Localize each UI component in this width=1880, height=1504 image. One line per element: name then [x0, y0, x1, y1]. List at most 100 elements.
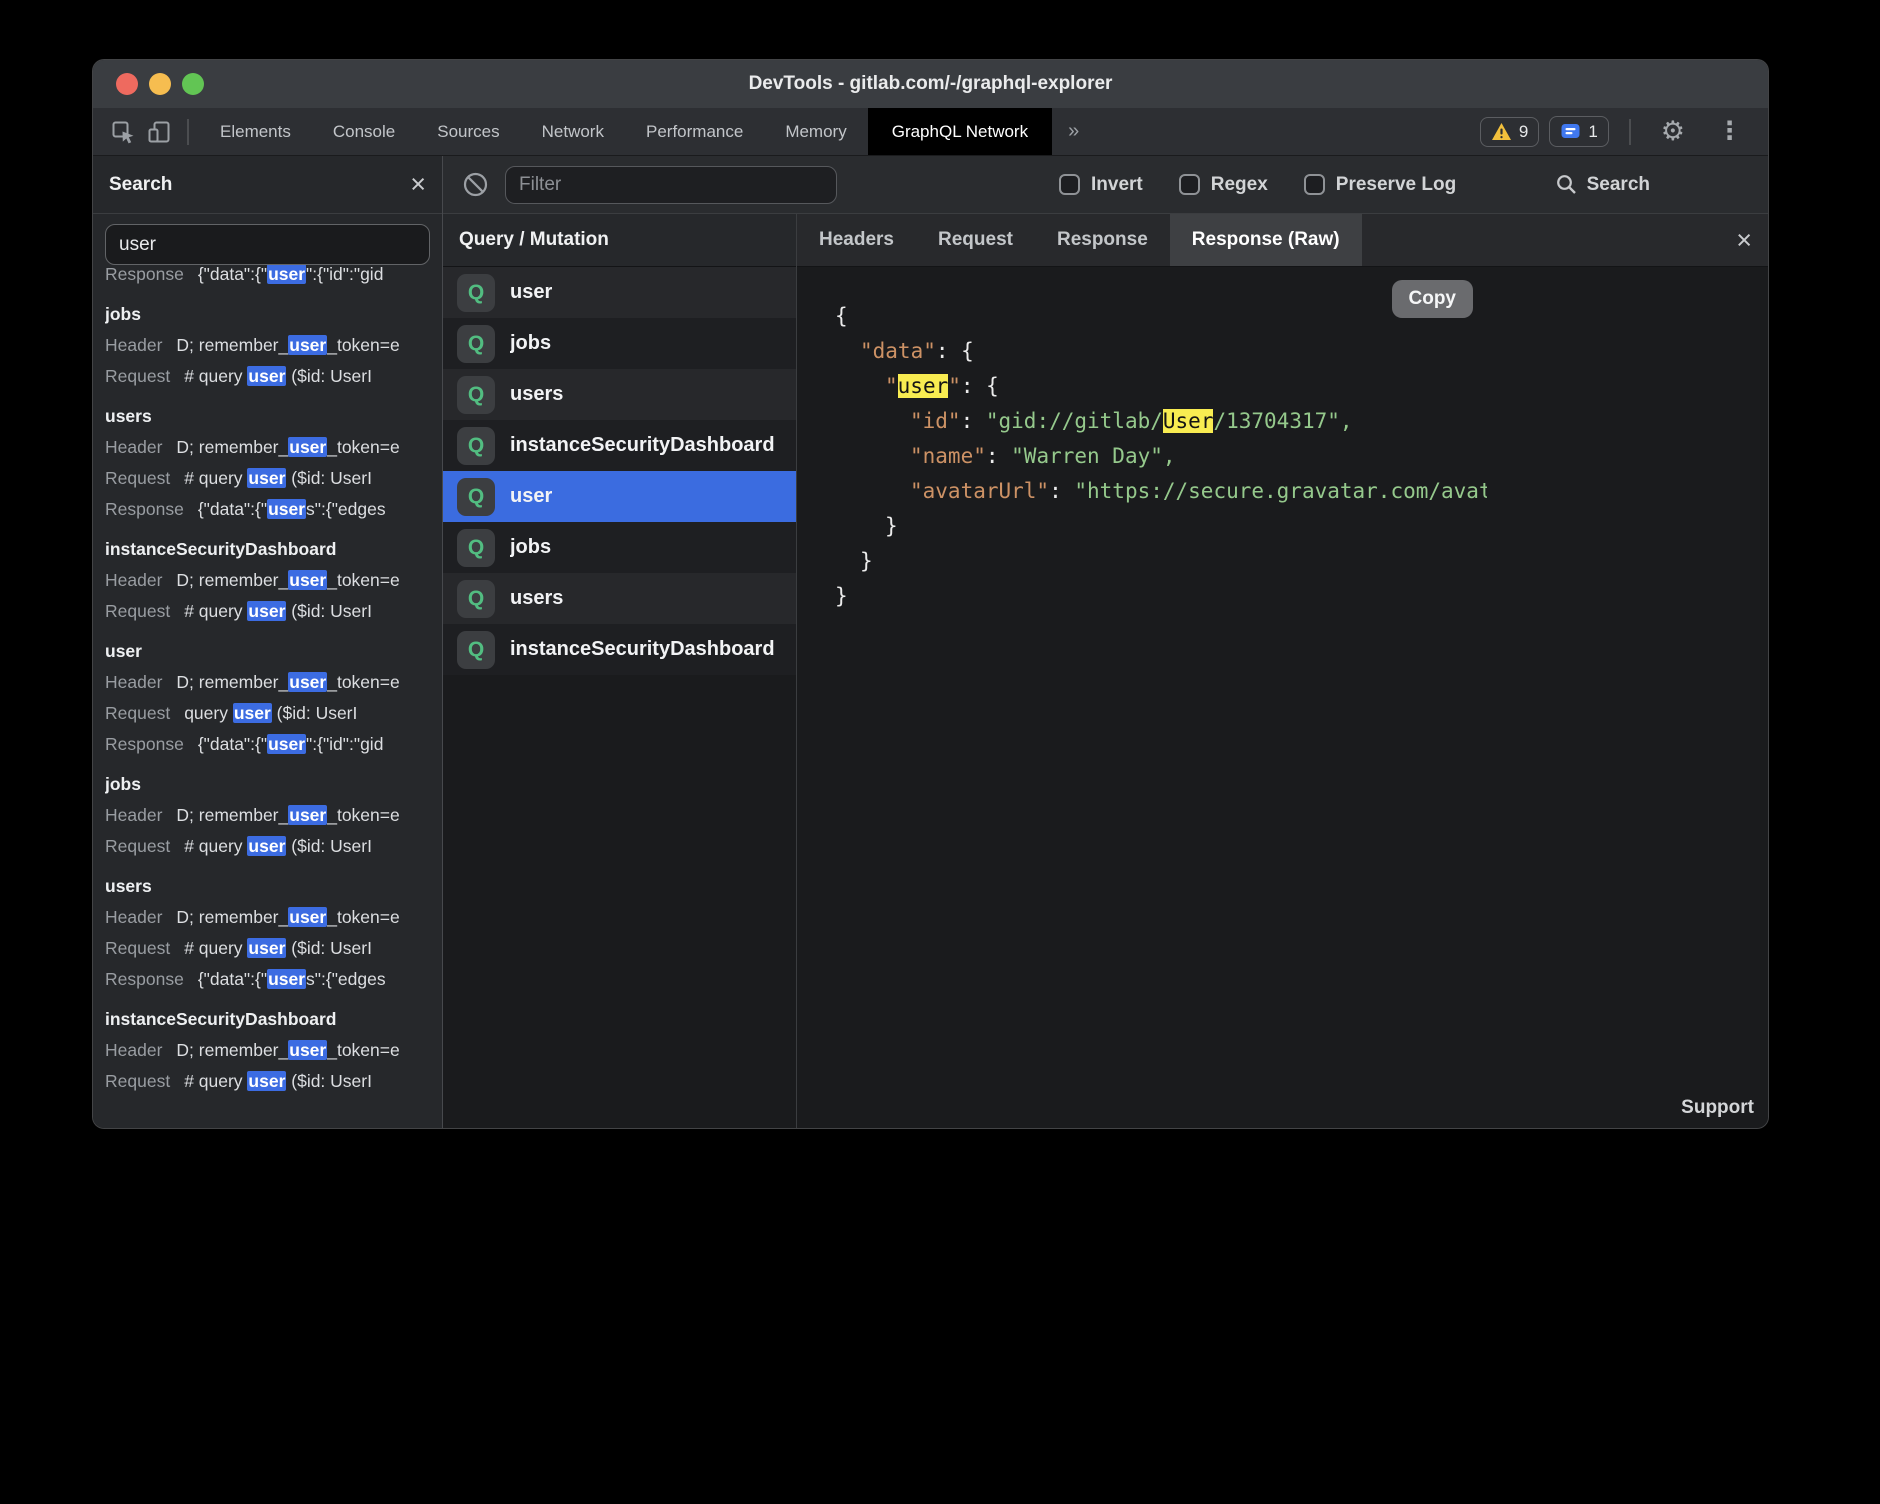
- result-line[interactable]: Request# query user ($id: UserI: [105, 463, 430, 494]
- query-row-users[interactable]: Qusers: [443, 573, 796, 624]
- result-line[interactable]: HeaderD; remember_user_token=e: [105, 800, 430, 831]
- device-toolbar-icon[interactable]: [143, 116, 175, 148]
- detail-tab-headers[interactable]: Headers: [797, 214, 916, 266]
- query-row-label: jobs: [510, 536, 551, 559]
- close-detail-icon[interactable]: ×: [1736, 214, 1752, 266]
- result-line[interactable]: Response{"data":{"users":{"edges: [105, 494, 430, 525]
- match-highlight: user: [247, 366, 286, 386]
- json-line: "user": {: [835, 369, 1487, 404]
- result-section-title: instanceSecurityDashboard: [105, 534, 430, 565]
- inspect-element-icon[interactable]: [107, 116, 139, 148]
- result-line[interactable]: HeaderD; remember_user_token=e: [105, 902, 430, 933]
- json-line: }: [835, 579, 1487, 614]
- tab-performance[interactable]: Performance: [625, 108, 764, 155]
- result-section-title: jobs: [105, 769, 430, 800]
- close-window-button[interactable]: [116, 73, 138, 95]
- detail-tab-response-raw[interactable]: Response (Raw): [1170, 214, 1362, 266]
- result-line-label: Header: [105, 672, 162, 692]
- query-type-badge: Q: [457, 631, 495, 669]
- query-row-label: users: [510, 587, 563, 610]
- invert-checkbox-box[interactable]: [1059, 174, 1080, 195]
- settings-gear-icon[interactable]: ⚙: [1661, 118, 1685, 145]
- result-line[interactable]: Requestquery user ($id: UserI: [105, 698, 430, 729]
- match-highlight: user: [288, 805, 327, 825]
- result-line[interactable]: Response{"data":{"users":{"edges: [105, 964, 430, 995]
- tab-network[interactable]: Network: [521, 108, 625, 155]
- issues-badge[interactable]: 1: [1549, 116, 1608, 147]
- checkbox-invert[interactable]: Invert: [1059, 174, 1143, 196]
- network-search-button[interactable]: Search: [1555, 173, 1650, 196]
- result-line[interactable]: HeaderD; remember_user_token=e: [105, 565, 430, 596]
- result-line[interactable]: HeaderD; remember_user_token=e: [105, 330, 430, 361]
- result-line-label: Response: [105, 969, 184, 989]
- query-row-users[interactable]: Qusers: [443, 369, 796, 420]
- zoom-window-button[interactable]: [182, 73, 204, 95]
- preserve-log-checkbox-box[interactable]: [1304, 174, 1325, 195]
- match-highlight: user: [247, 938, 286, 958]
- search-icon: [1555, 173, 1578, 196]
- message-count: 1: [1588, 122, 1597, 142]
- query-type-badge: Q: [457, 580, 495, 618]
- result-line[interactable]: HeaderD; remember_user_token=e: [105, 1035, 430, 1066]
- result-line-label: Response: [105, 499, 184, 519]
- result-line[interactable]: Request# query user ($id: UserI: [105, 1066, 430, 1097]
- clear-log-icon[interactable]: [459, 169, 491, 201]
- query-row-label: user: [510, 485, 552, 508]
- query-row-user[interactable]: Quser: [443, 267, 796, 318]
- tab-graphql-network[interactable]: GraphQL Network: [868, 108, 1052, 155]
- support-link[interactable]: Support: [1681, 1097, 1754, 1119]
- network-search-label: Search: [1587, 174, 1650, 196]
- regex-checkbox-label: Regex: [1211, 174, 1268, 196]
- checkbox-regex[interactable]: Regex: [1179, 174, 1268, 196]
- warnings-badge[interactable]: 9: [1480, 117, 1539, 147]
- tab-sources[interactable]: Sources: [416, 108, 520, 155]
- result-line[interactable]: Request# query user ($id: UserI: [105, 933, 430, 964]
- kebab-menu-icon[interactable]: ⋮: [1717, 119, 1742, 144]
- query-type-badge: Q: [457, 376, 495, 414]
- query-row-label: instanceSecurityDashboard: [510, 638, 775, 661]
- result-line[interactable]: Request# query user ($id: UserI: [105, 361, 430, 392]
- filter-input[interactable]: [505, 166, 837, 204]
- query-row-jobs[interactable]: Qjobs: [443, 522, 796, 573]
- network-panels: Query / Mutation QuserQjobsQusersQinstan…: [443, 214, 1768, 1128]
- result-line-label: Header: [105, 907, 162, 927]
- title-bar: DevTools - gitlab.com/-/graphql-explorer: [93, 60, 1768, 108]
- match-highlight: user: [288, 907, 327, 927]
- detail-panel: HeadersRequestResponseResponse (Raw)× {"…: [797, 214, 1768, 1128]
- result-section-title: jobs: [105, 299, 430, 330]
- result-section-title: instanceSecurityDashboard: [105, 1004, 430, 1035]
- close-search-icon[interactable]: ×: [410, 171, 426, 198]
- tab-memory[interactable]: Memory: [764, 108, 867, 155]
- checkbox-preserve-log[interactable]: Preserve Log: [1304, 174, 1456, 196]
- filter-bar: Invert Regex Preserve Log Search: [443, 156, 1768, 214]
- search-input[interactable]: [105, 224, 430, 265]
- detail-tab-request[interactable]: Request: [916, 214, 1035, 266]
- json-line: "data": {: [835, 334, 1487, 369]
- match-highlight: user: [288, 437, 327, 457]
- result-line[interactable]: HeaderD; remember_user_token=e: [105, 432, 430, 463]
- result-line[interactable]: Response{"data":{"user":{"id":"gid: [105, 265, 430, 290]
- minimize-window-button[interactable]: [149, 73, 171, 95]
- query-row-jobs[interactable]: Qjobs: [443, 318, 796, 369]
- tab-elements[interactable]: Elements: [199, 108, 312, 155]
- result-line[interactable]: HeaderD; remember_user_token=e: [105, 667, 430, 698]
- match-highlight: user: [288, 1040, 327, 1060]
- query-row-instancesecuritydashboard[interactable]: QinstanceSecurityDashboard: [443, 420, 796, 471]
- message-icon: [1560, 121, 1581, 142]
- result-line[interactable]: Request# query user ($id: UserI: [105, 596, 430, 627]
- query-type-badge: Q: [457, 529, 495, 567]
- result-line[interactable]: Request# query user ($id: UserI: [105, 831, 430, 862]
- regex-checkbox-box[interactable]: [1179, 174, 1200, 195]
- tab-console[interactable]: Console: [312, 108, 416, 155]
- result-line-label: Request: [105, 601, 170, 621]
- query-row-instancesecuritydashboard[interactable]: QinstanceSecurityDashboard: [443, 624, 796, 675]
- json-line: }: [835, 509, 1487, 544]
- query-row-label: jobs: [510, 332, 551, 355]
- result-line[interactable]: Response{"data":{"user":{"id":"gid: [105, 729, 430, 760]
- more-tabs-icon[interactable]: »: [1068, 120, 1079, 143]
- copy-button[interactable]: Copy: [1392, 280, 1474, 318]
- query-row-label: user: [510, 281, 552, 304]
- match-highlight: user: [247, 1071, 286, 1091]
- query-row-user[interactable]: Quser: [443, 471, 796, 522]
- detail-tab-response[interactable]: Response: [1035, 214, 1170, 266]
